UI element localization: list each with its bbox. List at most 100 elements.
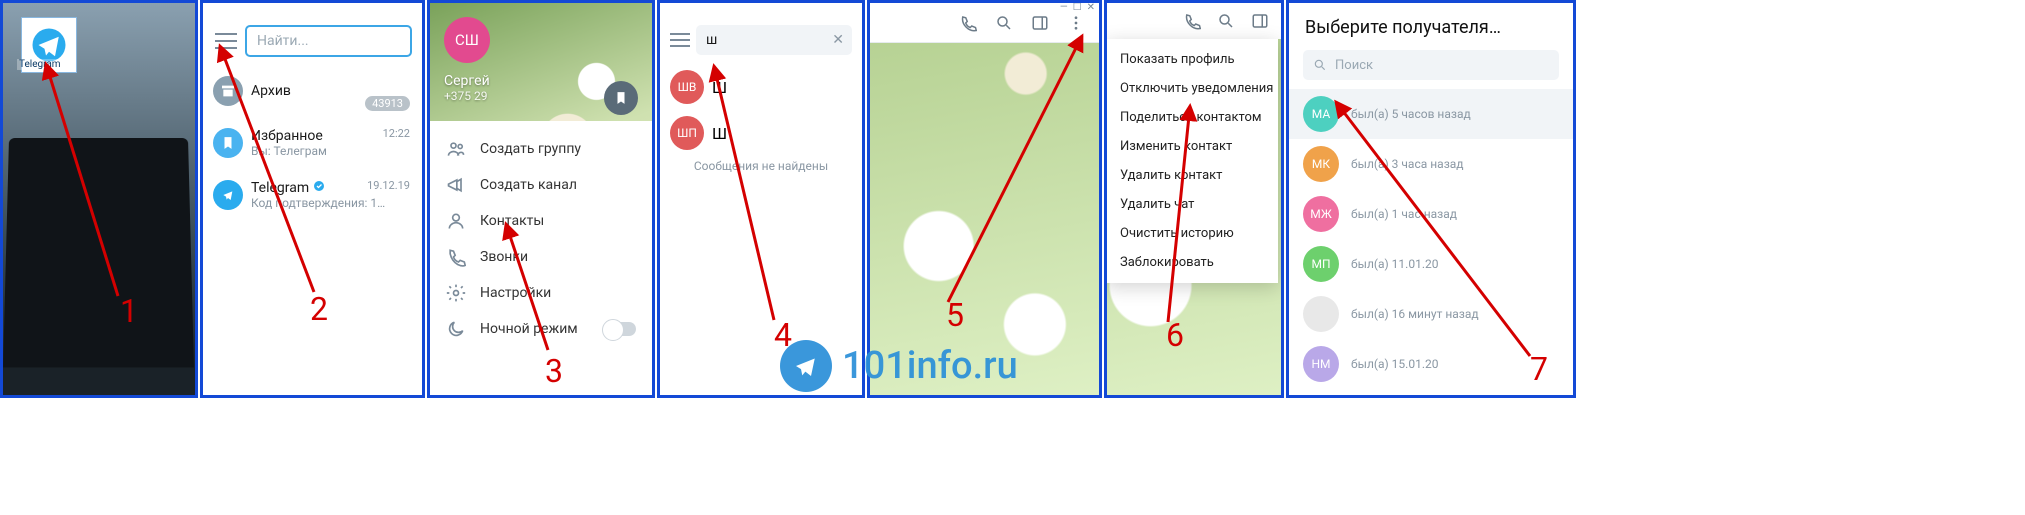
chat-toolbar: — ☐ ✕	[870, 3, 1099, 43]
telegram-icon	[780, 340, 832, 392]
sidebar-icon[interactable]	[1031, 14, 1049, 32]
phone-icon	[446, 247, 466, 267]
avatar: НМ	[1303, 346, 1339, 382]
window-buttons[interactable]: — ☐ ✕	[1060, 2, 1095, 13]
profile-avatar[interactable]: СШ	[444, 17, 490, 63]
panel-6-context-menu: Показать профиль Отключить уведомления П…	[1104, 0, 1284, 398]
picker-search[interactable]: Поиск	[1303, 50, 1559, 80]
search-result-row[interactable]: ШП Ш	[660, 111, 862, 155]
contact-row[interactable]: МЖ был(а) 1 час назад	[1289, 189, 1573, 239]
gear-icon	[446, 283, 466, 303]
panel-5-chat: — ☐ ✕	[867, 0, 1102, 398]
contact-row[interactable]: МК был(а) 3 часа назад	[1289, 139, 1573, 189]
bookmark-icon	[614, 91, 628, 105]
menu-contacts[interactable]: Контакты	[430, 203, 652, 239]
ctx-delete-chat[interactable]: Удалить чат	[1106, 190, 1278, 219]
archive-row[interactable]: Архив 43913	[203, 65, 422, 117]
search-result-row[interactable]: ШВ Ш	[660, 65, 862, 109]
avatar: МЖ	[1303, 196, 1339, 232]
watermark: 101info.ru	[780, 340, 1018, 392]
contact-status: был(а) 16 минут назад	[1351, 307, 1479, 321]
saved-messages-button[interactable]	[604, 81, 638, 115]
archive-label: Архив	[251, 83, 291, 99]
menu-new-channel[interactable]: Создать канал	[430, 167, 652, 203]
result-avatar: ШВ	[670, 70, 704, 104]
search-input[interactable]: Найти...	[245, 25, 412, 57]
more-icon[interactable]	[1067, 14, 1085, 32]
group-icon	[446, 139, 466, 159]
context-menu: Показать профиль Отключить уведомления П…	[1106, 39, 1278, 283]
side-menu: Создать группу Создать канал Контакты Зв…	[430, 121, 652, 395]
menu-settings[interactable]: Настройки	[430, 275, 652, 311]
step-1: 1	[120, 292, 138, 330]
contact-status: был(а) 15.01.20	[1351, 357, 1438, 371]
bookmark-icon	[213, 128, 243, 158]
step-7: 7	[1530, 350, 1548, 388]
archive-icon	[213, 76, 243, 106]
tg-title: Telegram	[251, 180, 309, 196]
laptop-illustration	[3, 138, 194, 376]
night-toggle[interactable]	[604, 322, 636, 336]
megaphone-icon	[446, 175, 466, 195]
chat-background	[870, 3, 1099, 395]
search-query-text: ш	[706, 32, 717, 48]
phone-icon[interactable]	[1183, 12, 1201, 30]
contact-row[interactable]: МП был(а) 11.01.20	[1289, 239, 1573, 289]
contact-status: был(а) 1 час назад	[1351, 207, 1457, 221]
avatar: МК	[1303, 146, 1339, 182]
no-messages-found: Сообщения не найдены	[660, 159, 862, 173]
clear-search-icon[interactable]: ✕	[832, 32, 844, 48]
ctx-mute[interactable]: Отключить уведомления	[1106, 74, 1278, 103]
panel-2-chatlist: Найти... Архив 43913 Избранное Вы: Телег…	[200, 0, 425, 398]
panel-1-desktop: Telegram	[0, 0, 198, 398]
hamburger-menu-icon[interactable]	[215, 33, 237, 49]
search-input[interactable]: ш ✕	[696, 25, 852, 55]
telegram-icon	[31, 27, 67, 63]
search-icon[interactable]	[995, 14, 1013, 32]
result-name: Ш	[712, 124, 727, 143]
menu-calls[interactable]: Звонки	[430, 239, 652, 275]
contact-row[interactable]: МА был(а) 5 часов назад	[1289, 89, 1573, 139]
contact-row[interactable]: Нбыл(а) 4 часа назад	[1289, 389, 1573, 395]
panel-3-side-menu: СШ Сергей +375 29 Создать группу Создать…	[427, 0, 655, 398]
panel-4-search: ш ✕ ШВ Ш ШП Ш Сообщения не найдены	[657, 0, 865, 398]
hamburger-menu-icon[interactable]	[670, 33, 690, 47]
step-2: 2	[310, 290, 328, 328]
phone-icon[interactable]	[959, 14, 977, 32]
archive-badge: 43913	[365, 96, 410, 111]
ctx-show-profile[interactable]: Показать профиль	[1106, 45, 1278, 74]
telegram-avatar-icon	[213, 180, 243, 210]
search-icon[interactable]	[1217, 12, 1235, 30]
contact-status: был(а) 3 часа назад	[1351, 157, 1464, 171]
avatar: МА	[1303, 96, 1339, 132]
menu-new-group[interactable]: Создать группу	[430, 131, 652, 167]
ctx-block[interactable]: Заблокировать	[1106, 248, 1278, 277]
fav-sub: Вы: Телеграм	[251, 144, 327, 158]
menu-night-mode[interactable]: Ночной режим	[430, 311, 652, 347]
verified-icon	[313, 180, 325, 192]
picker-title: Выберите получателя…	[1289, 3, 1573, 44]
contact-status: был(а) 11.01.20	[1351, 257, 1438, 271]
step-5: 5	[946, 296, 964, 334]
search-icon	[1313, 58, 1327, 72]
moon-icon	[446, 319, 466, 339]
telegram-row[interactable]: Telegram Код подтверждения: 1… 19.12.19	[203, 169, 422, 221]
sidebar-icon[interactable]	[1251, 12, 1269, 30]
fav-title: Избранное	[251, 128, 327, 144]
step-6: 6	[1166, 316, 1184, 354]
ctx-share-contact[interactable]: Поделиться контактом	[1106, 103, 1278, 132]
step-3: 3	[545, 352, 563, 390]
result-name: Ш	[712, 78, 727, 97]
tg-time: 19.12.19	[367, 179, 410, 192]
contact-status: был(а) 5 часов назад	[1351, 107, 1471, 121]
ctx-delete-contact[interactable]: Удалить контакт	[1106, 161, 1278, 190]
saved-messages-row[interactable]: Избранное Вы: Телеграм 12:22	[203, 117, 422, 169]
ctx-edit-contact[interactable]: Изменить контакт	[1106, 132, 1278, 161]
shortcut-label: Telegram	[17, 59, 63, 70]
result-avatar: ШП	[670, 116, 704, 150]
avatar: МП	[1303, 246, 1339, 282]
panel-7-recipient-picker: Выберите получателя… Поиск МА был(а) 5 ча…	[1286, 0, 1576, 398]
contact-row[interactable]: был(а) 16 минут назад	[1289, 289, 1573, 339]
avatar	[1303, 296, 1339, 332]
ctx-clear-history[interactable]: Очистить историю	[1106, 219, 1278, 248]
